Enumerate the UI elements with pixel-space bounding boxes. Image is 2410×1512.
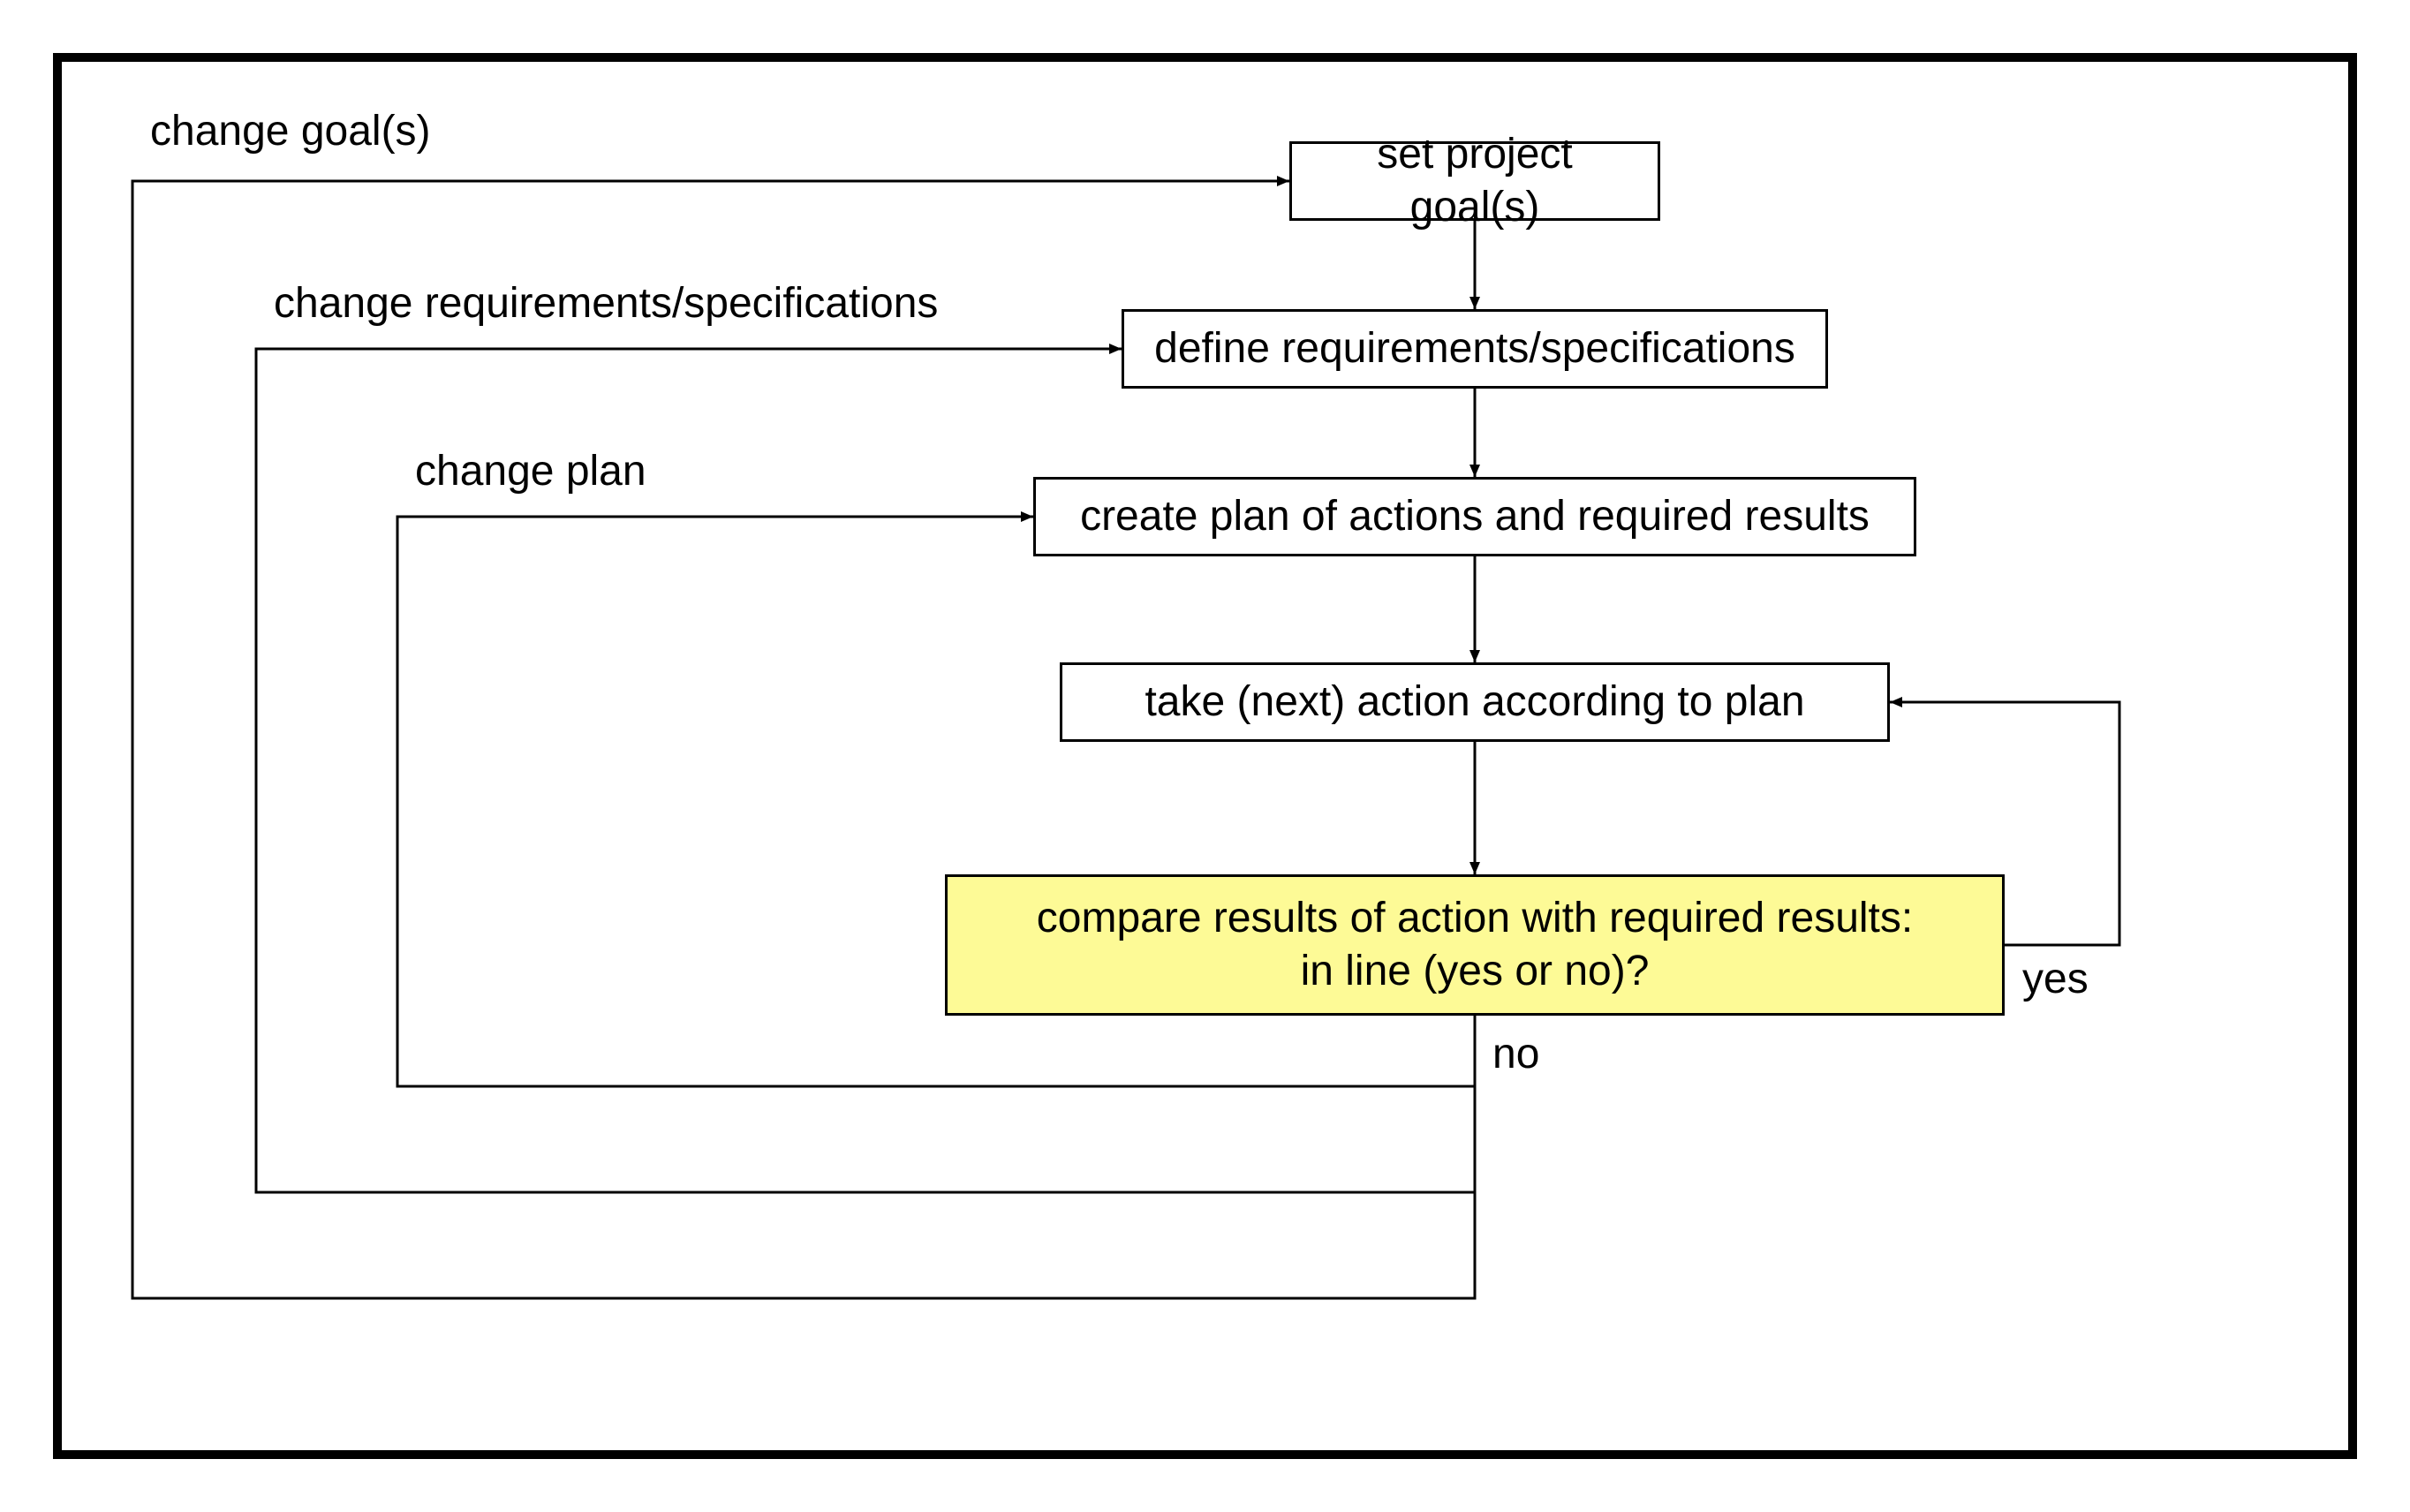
node-define-req-text: define requirements/specifications <box>1154 322 1795 375</box>
node-create-plan: create plan of actions and required resu… <box>1033 477 1916 556</box>
label-no: no <box>1492 1029 1539 1080</box>
diagram-frame: set project goal(s) define requirements/… <box>53 53 2357 1459</box>
node-compare-text: compare results of action with required … <box>1037 892 1913 998</box>
node-set-goal: set project goal(s) <box>1289 141 1660 221</box>
node-set-goal-text: set project goal(s) <box>1310 128 1640 234</box>
label-change-goal: change goal(s) <box>150 106 431 157</box>
node-create-plan-text: create plan of actions and required resu… <box>1080 490 1870 543</box>
label-change-req: change requirements/specifications <box>274 278 938 329</box>
label-yes: yes <box>2022 954 2089 1005</box>
node-define-req: define requirements/specifications <box>1122 309 1828 389</box>
diagram-canvas: set project goal(s) define requirements/… <box>0 0 2410 1512</box>
node-take-action-text: take (next) action according to plan <box>1145 676 1804 729</box>
label-change-plan: change plan <box>415 446 646 497</box>
node-compare: compare results of action with required … <box>945 874 2005 1016</box>
node-take-action: take (next) action according to plan <box>1060 662 1890 742</box>
connector-layer <box>62 62 2348 1450</box>
